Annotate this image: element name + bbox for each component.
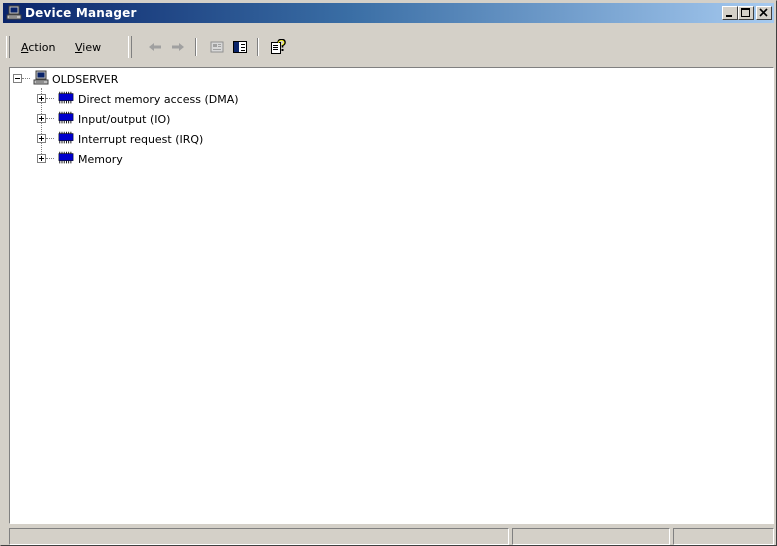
chip-icon [58,111,74,124]
menu-toolbar: Action View [3,34,774,61]
tree-connector [46,98,54,100]
tree-node-io[interactable]: Input/output (IO) [12,110,332,128]
toolbar-separator [195,38,197,56]
show-hide-tree-button[interactable] [229,37,251,57]
chip-icon [58,91,74,104]
status-panel-main [9,528,509,545]
tree-node-memory[interactable]: Memory [12,150,332,168]
menu-view-rest: iew [82,41,102,54]
tree-connector [46,118,54,120]
menu-action[interactable]: Action [21,41,55,54]
tree-node-root[interactable]: OLDSERVER [12,70,312,88]
tree-connector [46,138,54,140]
status-panel-secondary [512,528,670,545]
device-manager-window: Device Manager Action View OLDSERVER Dir… [0,0,777,546]
show-hide-tree-icon [233,41,247,53]
status-panel-tertiary [673,528,774,545]
menu-view[interactable]: View [75,41,101,54]
tree-node-label: Interrupt request (IRQ) [78,133,204,146]
toolbar-grip[interactable] [128,36,132,58]
back-arrow-icon [149,43,161,51]
tree-connector [46,158,54,160]
maximize-icon [741,8,750,17]
help-button[interactable] [267,37,289,57]
forward-arrow-icon [172,43,184,51]
minimize-button[interactable] [722,6,738,20]
title-bar[interactable]: Device Manager [3,3,774,23]
computer-icon [33,70,49,85]
tree-node-label: Input/output (IO) [78,113,171,126]
expand-toggle-icon[interactable] [37,94,46,103]
properties-button[interactable] [206,37,228,57]
close-button[interactable] [756,6,772,20]
expand-toggle-icon[interactable] [37,134,46,143]
tree-node-label: Memory [78,153,123,166]
tree-node-irq[interactable]: Interrupt request (IRQ) [12,130,332,148]
collapse-toggle-icon[interactable] [13,74,22,83]
minimize-icon [726,15,732,17]
tree-node-label: OLDSERVER [52,73,119,86]
forward-button[interactable] [167,37,189,57]
tree-view-pane[interactable]: OLDSERVER Direct memory access (DMA) Inp… [9,67,774,524]
expand-toggle-icon[interactable] [37,154,46,163]
properties-icon [210,41,224,53]
help-icon [271,39,286,54]
device-tree: OLDSERVER Direct memory access (DMA) Inp… [10,68,773,523]
computer-icon [6,5,22,20]
close-icon [759,8,768,17]
menu-action-rest: ction [28,41,56,54]
status-bar [9,528,774,545]
chip-icon [58,131,74,144]
maximize-button[interactable] [738,6,754,20]
chip-icon [58,151,74,164]
window-title: Device Manager [25,6,137,20]
expand-toggle-icon[interactable] [37,114,46,123]
menu-grip[interactable] [6,36,10,58]
toolbar-separator [257,38,259,56]
back-button[interactable] [144,37,166,57]
tree-node-label: Direct memory access (DMA) [78,93,239,106]
tree-node-dma[interactable]: Direct memory access (DMA) [12,90,332,108]
